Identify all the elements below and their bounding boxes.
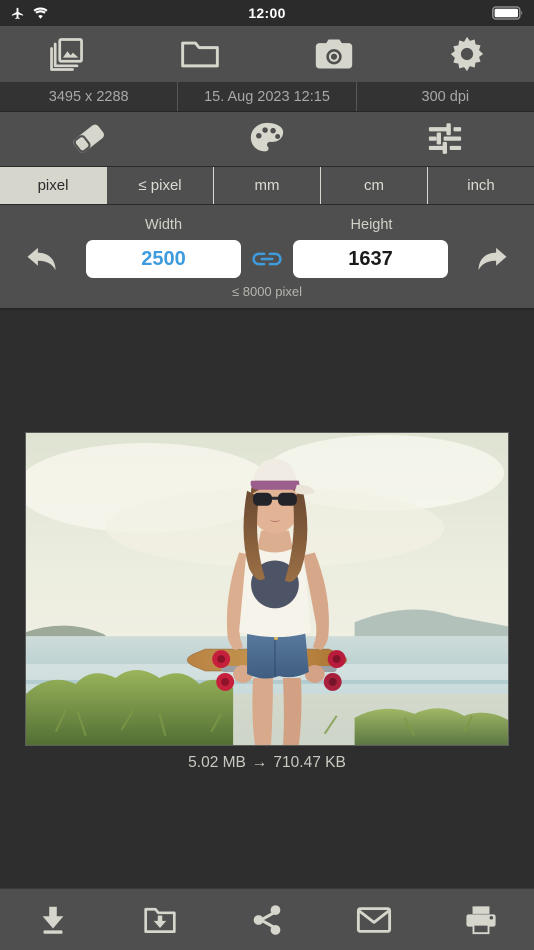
- undo-arrow-icon: [24, 242, 62, 276]
- camera-button[interactable]: [267, 26, 401, 82]
- share-button[interactable]: [214, 889, 321, 950]
- original-file-size: 5.02 MB: [188, 754, 246, 771]
- unit-tab-bar: pixel ≤ pixel mm cm inch: [0, 167, 534, 205]
- bottom-toolbar: [0, 888, 534, 950]
- download-button[interactable]: [0, 889, 107, 950]
- gear-icon: [448, 35, 486, 73]
- image-dimensions: 3495 x 2288: [48, 88, 129, 105]
- eraser-button[interactable]: [0, 112, 178, 166]
- link-chain-icon: [250, 247, 284, 271]
- beach-skateboarder-photo: [26, 433, 508, 745]
- mail-button[interactable]: [320, 889, 427, 950]
- unit-tab-pixel[interactable]: pixel: [0, 167, 107, 204]
- preview-canvas: 5.02 MB → 710.47 KB: [0, 310, 534, 888]
- palette-icon: [248, 120, 286, 158]
- printer-icon: [464, 904, 498, 936]
- unit-tab-mm[interactable]: mm: [214, 167, 321, 204]
- print-button[interactable]: [427, 889, 534, 950]
- unit-tab-inch[interactable]: inch: [428, 167, 534, 204]
- camera-icon: [314, 35, 354, 73]
- size-limit-note: ≤ 8000 pixel: [231, 284, 302, 299]
- folder-button[interactable]: [134, 26, 268, 82]
- arrow-icon: →: [251, 754, 268, 771]
- redo-arrow-icon: [472, 242, 510, 276]
- download-icon: [36, 903, 70, 937]
- file-size-comparison: 5.02 MB → 710.47 KB: [0, 754, 534, 772]
- eraser-icon: [67, 119, 111, 159]
- aspect-ratio-link-button[interactable]: [241, 247, 293, 271]
- preview-photo: [26, 433, 508, 745]
- sliders-icon: [426, 121, 464, 157]
- gallery-button[interactable]: [0, 26, 134, 82]
- height-input[interactable]: 1637: [293, 240, 448, 278]
- undo-button[interactable]: [0, 242, 86, 276]
- folder-download-icon: [143, 904, 177, 936]
- width-label: Width: [144, 217, 183, 233]
- image-info-bar: 3495 x 2288 15. Aug 2023 12:15 300 dpi: [0, 82, 534, 112]
- photo-library-icon: [47, 34, 87, 74]
- width-input[interactable]: 2500: [86, 240, 241, 278]
- battery-full-icon: [492, 5, 524, 21]
- edit-toolbar: [0, 112, 534, 167]
- status-bar-clock: 12:00: [248, 5, 286, 21]
- unit-tab-cm[interactable]: cm: [321, 167, 428, 204]
- new-file-size: 710.47 KB: [273, 754, 346, 771]
- settings-button[interactable]: [401, 26, 534, 82]
- adjustments-button[interactable]: [356, 112, 534, 166]
- image-preview[interactable]: [25, 432, 509, 746]
- envelope-icon: [356, 905, 392, 935]
- status-bar-right: [492, 5, 524, 21]
- share-icon: [251, 904, 283, 936]
- image-resizer-app: 12:00 3495 x 2288 15. Aug 2023 12:15 300…: [0, 0, 534, 950]
- top-toolbar: [0, 26, 534, 82]
- folder-icon: [179, 34, 221, 74]
- height-label: Height: [350, 217, 393, 233]
- save-to-folder-button[interactable]: [107, 889, 214, 950]
- unit-tab-max-pixel[interactable]: ≤ pixel: [107, 167, 214, 204]
- image-resolution: 300 dpi: [355, 82, 534, 111]
- size-panel: Width Height 2500 1637 ≤ 8000 pixel: [0, 205, 534, 310]
- image-date: 15. Aug 2023 12:15: [177, 82, 355, 111]
- status-bar: 12:00: [0, 0, 534, 26]
- palette-button[interactable]: [178, 112, 356, 166]
- redo-button[interactable]: [448, 242, 534, 276]
- size-inputs-row: 2500 1637: [0, 240, 534, 278]
